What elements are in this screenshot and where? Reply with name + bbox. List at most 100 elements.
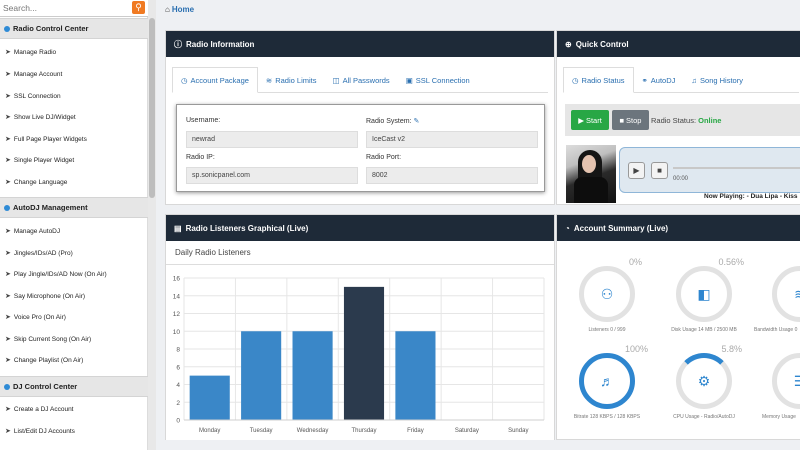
username-field: newrad <box>186 131 358 148</box>
now-playing: Now Playing: - Dua Lipa - Kiss <box>704 193 798 200</box>
y-tick-label: 4 <box>176 382 180 389</box>
audio-player: ▶ ■ 00:00 <box>619 147 800 193</box>
nav-list-dj[interactable]: ➤ List/Edit DJ Accounts <box>0 423 148 439</box>
bar <box>292 331 333 420</box>
arrow-icon: ➤ <box>5 406 11 413</box>
nav-play-jingle[interactable]: ➤ Play Jingle/IDs/AD Now (On Air) <box>0 266 148 282</box>
nav-change-language[interactable]: ➤ Change Language <box>0 174 148 190</box>
nav-change-playlist[interactable]: ➤ Change Playlist (On Air) <box>0 352 148 368</box>
quick-control-header: ⊕ Quick Control <box>557 31 800 57</box>
cpu-gauge: ⚙ <box>676 353 732 409</box>
start-button[interactable]: ▶ Start <box>571 110 609 130</box>
clock-icon: ◷ <box>572 75 579 85</box>
listeners-header: ▤ Radio Listeners Graphical (Live) <box>166 215 554 241</box>
sidebar: ⚲ Radio Control Center ➤Manage Radio ➤Ma… <box>0 0 148 450</box>
search-input[interactable] <box>3 2 128 14</box>
tab-account-package[interactable]: ◷ Account Package <box>172 67 258 93</box>
y-tick-label: 2 <box>176 400 180 407</box>
bitrate-gauge: ♬ <box>579 353 635 409</box>
y-tick-label: 16 <box>173 276 181 283</box>
x-tick-label: Saturday <box>455 428 479 434</box>
section-dj-control-center[interactable]: DJ Control Center <box>0 376 148 397</box>
nav-jingles[interactable]: ➤ Jingles/IDs/AD (Pro) <box>0 245 148 261</box>
arrow-icon: ➤ <box>5 114 11 121</box>
search-button[interactable]: ⚲ <box>132 1 145 14</box>
nav-manage-account[interactable]: ➤ Manage Account <box>0 66 148 82</box>
status-badge: Online <box>698 116 722 125</box>
arrow-icon: ➤ <box>5 49 11 56</box>
player-play-button[interactable]: ▶ <box>628 162 645 179</box>
x-tick-label: Sunday <box>508 428 528 434</box>
x-tick-label: Tuesday <box>250 428 273 434</box>
x-tick-label: Monday <box>199 428 220 434</box>
nav-manage-radio[interactable]: ➤ Manage Radio <box>0 44 148 60</box>
radio-system-label: Radio System: ✎ <box>366 118 420 125</box>
nav-create-dj[interactable]: ➤ Create a DJ Account <box>0 401 148 417</box>
nav-voice-pro[interactable]: ➤ Voice Pro (On Air) <box>0 309 148 325</box>
clock-icon: ◷ <box>181 75 188 85</box>
hdd-icon: ◧ <box>697 285 711 302</box>
tab-autodj[interactable]: ⚭ AutoDJ <box>634 67 684 93</box>
radio-port-label: Radio Port: <box>366 154 402 161</box>
shield-icon: ◫ <box>332 75 340 85</box>
bar <box>241 331 282 420</box>
bar-chart-icon: ▤ <box>174 223 182 233</box>
tab-radio-status[interactable]: ◷ Radio Status <box>563 67 634 93</box>
sidebar-scrollbar[interactable] <box>148 0 156 450</box>
breadcrumb[interactable]: ⌂ Home <box>165 5 194 14</box>
chart-icon: ≋ <box>794 285 800 302</box>
arrow-icon: ➤ <box>5 228 11 235</box>
search-box: ⚲ <box>0 0 148 17</box>
nav-ssl-connection[interactable]: ➤ SSL Connection <box>0 88 148 104</box>
gauge-caption: Disk Usage 14 MB / 2500 MB <box>671 327 737 333</box>
arrow-icon: ➤ <box>5 250 11 257</box>
lock-icon: ▣ <box>405 75 413 85</box>
users-icon: ⚇ <box>600 285 614 302</box>
arrow-icon: ➤ <box>5 136 11 143</box>
tab-radio-limits[interactable]: ≋ Radio Limits <box>258 67 325 93</box>
nav-manage-autodj[interactable]: ➤ Manage AutoDJ <box>0 223 148 239</box>
nav-full-page-player[interactable]: ➤ Full Page Player Widgets <box>0 131 148 147</box>
account-package-card: Username: newrad Radio System: ✎ IceCast … <box>176 104 545 192</box>
tab-ssl-connection[interactable]: ▣ SSL Connection <box>398 67 478 93</box>
section-radio-control-center[interactable]: Radio Control Center <box>0 18 148 39</box>
x-tick-label: Friday <box>407 428 424 434</box>
arrow-icon: ➤ <box>5 336 11 343</box>
radio-system-field: IceCast v2 <box>366 131 538 148</box>
edit-icon[interactable]: ✎ <box>414 118 420 125</box>
plus-circle-icon: ⊕ <box>565 39 572 49</box>
play-icon: ▶ <box>578 115 584 125</box>
arrow-icon: ➤ <box>5 93 11 100</box>
player-progress[interactable] <box>673 167 800 169</box>
section-icon <box>4 204 10 211</box>
radio-control-bar: ▶ Start ■ Stop Radio Status: Online <box>565 104 800 136</box>
nav-show-live-dj[interactable]: ➤ Show Live DJ/Widget <box>0 109 148 125</box>
listeners-chart: 0 2 4 6 8 10 12 14 16 Monday Tuesday Wednesday Thurs… <box>166 266 554 440</box>
nav-say-microphone[interactable]: ➤ Say Microphone (On Air) <box>0 288 148 304</box>
section-autodj-management[interactable]: AutoDJ Management <box>0 197 148 218</box>
play-icon: ▶ <box>633 166 640 175</box>
y-tick-label: 14 <box>173 293 181 300</box>
y-tick-label: 12 <box>173 311 181 318</box>
radio-port-field: 8002 <box>366 167 538 184</box>
gauge-pct: 0% <box>628 257 642 267</box>
bar <box>343 286 385 420</box>
stop-icon: ■ <box>657 166 662 175</box>
player-stop-button[interactable]: ■ <box>651 162 668 179</box>
section-icon <box>4 25 10 32</box>
username-label: Username: <box>186 117 221 124</box>
stop-button[interactable]: ■ Stop <box>612 110 649 130</box>
home-icon: ⌂ <box>165 5 170 14</box>
gauge-caption: Listeners 0 / 999 <box>588 327 626 333</box>
nav-skip-song[interactable]: ➤ Skip Current Song (On Air) <box>0 331 148 347</box>
tab-song-history[interactable]: ♫ Song History <box>683 67 751 93</box>
section-icon <box>4 383 10 390</box>
scrollbar-thumb[interactable] <box>149 18 155 198</box>
tab-all-passwords[interactable]: ◫ All Passwords <box>324 67 397 93</box>
radio-info-tabs: ◷ Account Package ≋ Radio Limits ◫ All Pass… <box>172 67 548 93</box>
info-icon: ⓘ <box>174 39 182 49</box>
nav-single-player[interactable]: ➤ Single Player Widget <box>0 152 148 168</box>
radio-ip-field: sp.sonicpanel.com <box>186 167 358 184</box>
quick-control-tabs: ◷ Radio Status ⚭ AutoDJ ♫ Song History <box>563 67 799 93</box>
radio-info-header: ⓘ Radio Information <box>166 31 554 57</box>
